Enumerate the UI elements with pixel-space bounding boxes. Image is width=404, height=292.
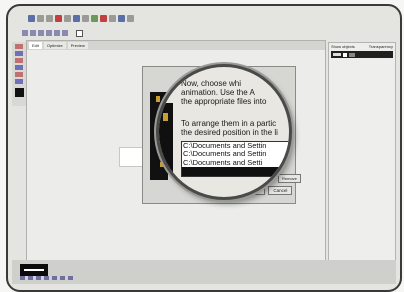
panel-tabs: Show objects Transparency xyxy=(329,43,395,50)
tools-palette xyxy=(12,42,26,106)
tab-edit[interactable]: Edit xyxy=(29,42,42,49)
open-icon[interactable] xyxy=(37,14,44,22)
arrange-line: the desired position in the li xyxy=(181,128,278,137)
frames-timeline xyxy=(12,260,396,284)
cut-icon[interactable] xyxy=(55,14,62,22)
brush-tool-icon[interactable] xyxy=(15,65,23,70)
tab-transparency[interactable]: Transparency xyxy=(369,44,393,49)
screen-frame: Edit Optimize Preview Show objects Trans… xyxy=(6,4,402,292)
option-checkbox[interactable] xyxy=(76,29,83,37)
lock-icon[interactable] xyxy=(349,52,355,57)
tab-optimize[interactable]: Optimize xyxy=(43,42,66,49)
main-toolbar xyxy=(10,12,400,24)
file-list-item-selected[interactable] xyxy=(182,167,289,176)
decoration xyxy=(156,96,160,102)
option-icon[interactable] xyxy=(46,30,52,36)
prev-frame-icon[interactable] xyxy=(28,276,33,280)
option-icon[interactable] xyxy=(62,30,68,36)
file-list-item[interactable]: C:\Documents and Setti xyxy=(182,158,289,167)
color-swatch[interactable] xyxy=(14,88,24,97)
new-frame-icon[interactable] xyxy=(60,276,65,280)
option-icon[interactable] xyxy=(54,30,60,36)
magnifier-lens: Now, choose whi animation. Use the A the… xyxy=(156,64,292,200)
document-tabs: Edit Optimize Preview xyxy=(27,41,325,50)
cancel-button[interactable]: Cancel xyxy=(268,186,293,195)
zoom-icon[interactable] xyxy=(100,14,107,22)
instruction-line: the appropriate files into xyxy=(181,97,267,106)
paste-icon[interactable] xyxy=(73,14,80,22)
eraser-tool-icon[interactable] xyxy=(15,72,23,77)
select-tool-icon[interactable] xyxy=(15,51,23,56)
file-list[interactable]: C:\Documents and Settin C:\Documents and… xyxy=(181,141,289,177)
last-frame-icon[interactable] xyxy=(52,276,57,280)
new-icon[interactable] xyxy=(28,14,35,22)
first-frame-icon[interactable] xyxy=(20,276,25,280)
delete-frame-icon[interactable] xyxy=(68,276,73,280)
redo-icon[interactable] xyxy=(91,14,98,22)
tab-show-objects[interactable]: Show objects xyxy=(331,44,355,49)
next-frame-icon[interactable] xyxy=(44,276,49,280)
save-icon[interactable] xyxy=(46,14,53,22)
frame-icon[interactable] xyxy=(118,14,125,22)
layers-panel: Show objects Transparency xyxy=(328,42,396,262)
options-toolbar xyxy=(22,28,322,38)
magnified-side-image xyxy=(159,103,173,173)
copy-icon[interactable] xyxy=(64,14,71,22)
screenshot-photo: Edit Optimize Preview Show objects Trans… xyxy=(0,0,404,292)
playback-controls xyxy=(20,276,73,280)
tween-icon[interactable] xyxy=(127,14,134,22)
layer-icon[interactable] xyxy=(109,14,116,22)
lasso-tool-icon[interactable] xyxy=(15,58,23,63)
option-icon[interactable] xyxy=(22,30,28,36)
play-icon[interactable] xyxy=(36,276,41,280)
option-icon[interactable] xyxy=(30,30,36,36)
layer-thumb xyxy=(333,53,341,56)
layer-row[interactable] xyxy=(331,51,393,58)
frame-thumbnail[interactable] xyxy=(20,264,48,276)
undo-icon[interactable] xyxy=(82,14,89,22)
option-icon[interactable] xyxy=(38,30,44,36)
move-tool-icon[interactable] xyxy=(15,44,23,49)
visibility-icon[interactable] xyxy=(343,52,347,57)
tab-preview[interactable]: Preview xyxy=(67,42,88,49)
text-tool-icon[interactable] xyxy=(15,79,23,84)
